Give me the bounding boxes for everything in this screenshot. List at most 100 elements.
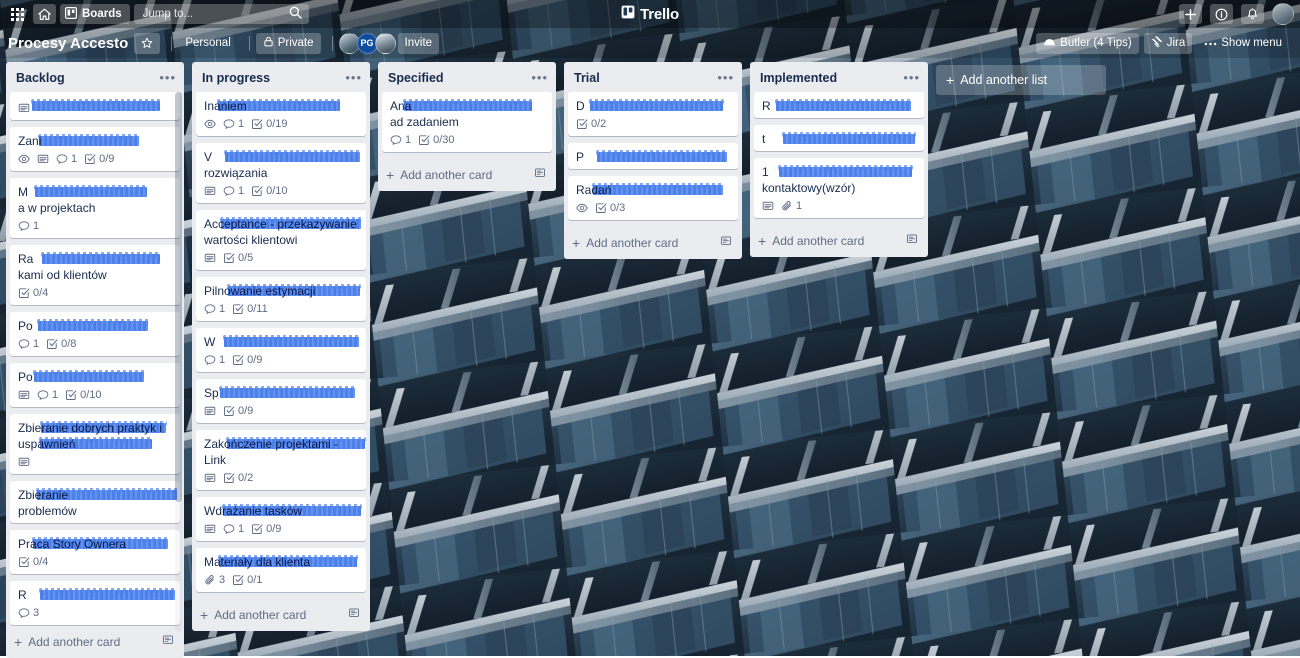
card[interactable]: t (754, 125, 924, 151)
add-another-card-button[interactable]: +Add another card (6, 626, 184, 658)
badge-value: 0/9 (247, 354, 262, 366)
card[interactable]: Rakami od klientów0/4 (10, 245, 180, 305)
star-icon[interactable] (134, 33, 160, 54)
top-bar-actions (1179, 0, 1294, 28)
search-icon[interactable] (289, 6, 302, 22)
card[interactable]: Ma w projektach1 (10, 178, 180, 238)
badge-description (204, 405, 216, 417)
card-title-visible-suffix: ni (32, 134, 41, 148)
card[interactable]: Zani10/9 (10, 127, 180, 171)
card-title: Materiały dla klienta (204, 554, 358, 570)
card[interactable]: Acceptance - przekazywaniewartości klien… (196, 210, 366, 270)
invite-button[interactable]: Invite (398, 33, 440, 54)
template-card-icon[interactable] (534, 167, 546, 182)
list-trial: Trial ••• D0/2 P Radań0/3 +Add another card (564, 62, 742, 259)
card[interactable]: W10/9 (196, 328, 366, 372)
jump-to-search[interactable]: Jump to... (134, 4, 309, 24)
card[interactable]: Materiały dla klienta30/1 (196, 548, 366, 592)
card-title: Zakończenie projektami - Link (204, 436, 358, 468)
list-menu-ellipsis-icon[interactable]: ••• (159, 74, 176, 82)
visibility-label: Private (278, 37, 314, 49)
card-badges: 10/11 (204, 303, 358, 317)
card-badges: 10/30 (390, 134, 544, 148)
butler-button[interactable]: Butler (4 Tips) (1036, 33, 1139, 54)
list-title[interactable]: In progress (202, 71, 270, 85)
card-badges: 0/3 (576, 202, 730, 216)
card[interactable]: R (754, 92, 924, 118)
list-title[interactable]: Trial (574, 71, 600, 85)
card-title-visible-prefix: t (762, 132, 765, 146)
add-another-card-button[interactable]: +Add another card (192, 599, 370, 631)
list-title[interactable]: Implemented (760, 71, 837, 85)
bell-icon[interactable] (1241, 4, 1264, 24)
template-card-icon[interactable] (906, 233, 918, 248)
add-another-list-button[interactable]: +Add another list (936, 65, 1106, 95)
template-card-icon[interactable] (162, 634, 174, 649)
card[interactable]: Po10/10 (10, 363, 180, 407)
card-badges: 10/9 (204, 523, 358, 537)
card[interactable]: Zbieranie dobrych praktyk iuspawnień (10, 414, 180, 474)
visibility-button[interactable]: Private (256, 33, 321, 54)
badge-value: 0/3 (610, 202, 625, 214)
list-specified: Specified•••Anaad zadaniem10/30+Add anot… (378, 62, 556, 191)
card[interactable]: D0/2 (568, 92, 738, 136)
boards-button[interactable]: Boards (60, 4, 130, 24)
team-name-button[interactable]: Personal (178, 33, 237, 54)
card[interactable]: Inaniem10/19 (196, 92, 366, 136)
home-icon[interactable] (33, 4, 56, 24)
list-menu-ellipsis-icon[interactable]: ••• (531, 74, 548, 82)
card[interactable]: Radań0/3 (568, 176, 738, 220)
card[interactable]: Zbieranieproblemów (10, 481, 180, 523)
list-title[interactable]: Specified (388, 71, 444, 85)
description-icon (204, 252, 216, 264)
add-another-card-button[interactable]: +Add another card (750, 225, 928, 257)
list-menu-ellipsis-icon[interactable]: ••• (903, 74, 920, 82)
profile-avatar[interactable] (1272, 3, 1294, 25)
list-header: Trial ••• (564, 62, 742, 92)
card[interactable]: Po10/8 (10, 312, 180, 356)
redacted-text-overlay (783, 134, 915, 144)
redacted-text-overlay (39, 136, 139, 146)
card-title: Inaniem (204, 98, 358, 114)
card[interactable]: Sp0/9 (196, 379, 366, 423)
card-title-visible-prefix: R (762, 99, 771, 113)
card[interactable]: R3 (10, 581, 180, 625)
card[interactable]: Pilnowanie estymacji10/11 (196, 277, 366, 321)
butler-icon (1043, 36, 1056, 50)
add-another-card-button[interactable]: +Add another card (378, 159, 556, 191)
badge-comment: 1 (18, 338, 39, 350)
member-avatar-3[interactable] (375, 33, 396, 54)
list-scrollbar[interactable] (175, 92, 182, 632)
card[interactable]: Vrozwiązania10/10 (196, 143, 366, 203)
plus-icon[interactable] (1179, 4, 1202, 24)
badge-checklist: 0/19 (251, 118, 287, 130)
redacted-text-overlay (42, 254, 160, 264)
list-title[interactable]: Backlog (16, 71, 65, 85)
card[interactable]: P (568, 143, 738, 169)
apps-grid-icon[interactable] (6, 4, 29, 24)
template-card-icon[interactable] (720, 235, 732, 250)
badge-checklist: 0/9 (232, 354, 262, 366)
badge-value: 0/19 (266, 118, 287, 130)
card-title-visible-suffix: ad zadaniem (390, 115, 459, 129)
show-menu-button[interactable]: Show menu (1197, 33, 1289, 54)
plus-icon: + (572, 236, 580, 250)
card[interactable]: 1kontaktowy(wzór)1 (754, 158, 924, 218)
card[interactable]: Zakończenie projektami - Link0/2 (196, 430, 366, 490)
badge-comment: 3 (18, 607, 39, 619)
card[interactable]: Wdrażanie tasków10/9 (196, 497, 366, 541)
board-title[interactable]: Procesy Accesto (8, 35, 128, 52)
list-menu-ellipsis-icon[interactable]: ••• (717, 74, 734, 82)
template-card-icon[interactable] (348, 607, 360, 622)
card-title: Zbieranieproblemów (18, 487, 172, 519)
info-circle-icon[interactable] (1210, 4, 1233, 24)
jira-button[interactable]: Jira (1144, 33, 1193, 54)
list-scrollbar-thumb[interactable] (175, 92, 182, 502)
card[interactable]: Anaad zadaniem10/30 (382, 92, 552, 152)
badge-value: 1 (219, 354, 225, 366)
list-menu-ellipsis-icon[interactable]: ••• (345, 74, 362, 82)
card-title: D (576, 98, 730, 114)
add-another-card-button[interactable]: +Add another card (564, 227, 742, 259)
card[interactable]: Praca Story Ownera0/4 (10, 530, 180, 574)
card[interactable] (10, 92, 180, 120)
